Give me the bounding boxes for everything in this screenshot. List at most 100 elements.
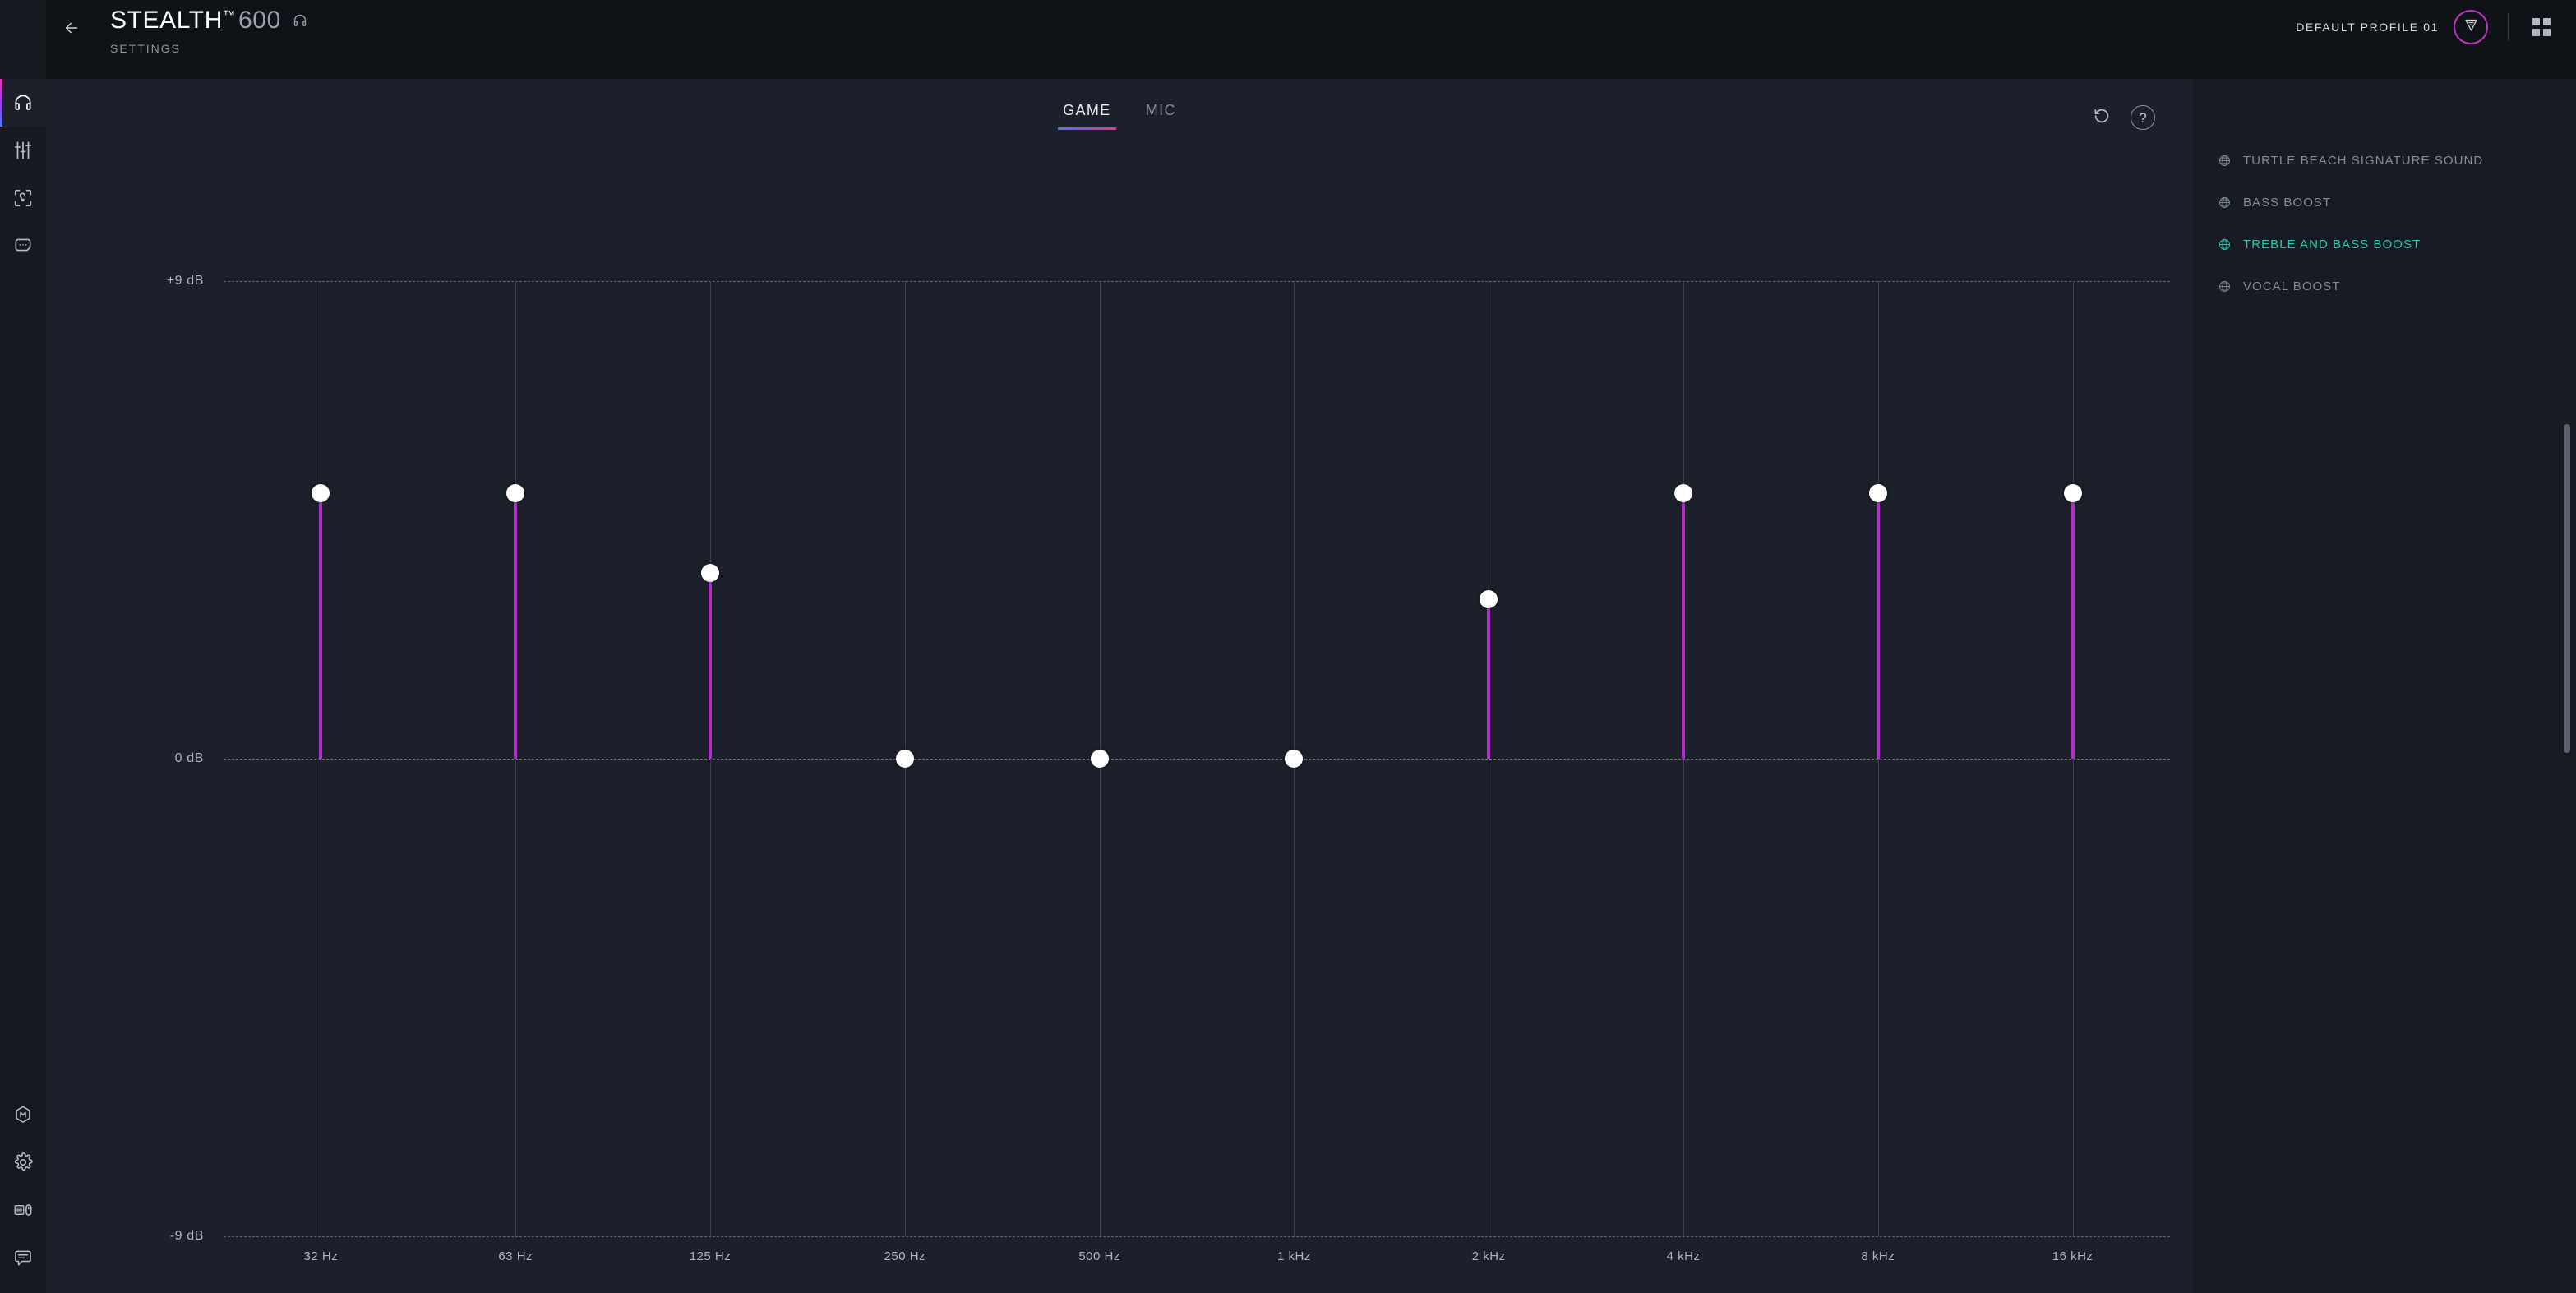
headset-icon [289, 12, 309, 30]
sphere-preset-icon [2218, 196, 2232, 210]
gridline-vertical [710, 281, 711, 1236]
gear-icon [12, 1152, 34, 1173]
eq-band-handle[interactable] [701, 564, 719, 583]
feedback-bubble-icon [12, 1247, 34, 1268]
eq-band-bar [2070, 493, 2075, 759]
y-axis-tick-label: -9 dB [169, 1229, 204, 1243]
preset-item-label: TURTLE BEACH SIGNATURE SOUND [2243, 154, 2484, 168]
header-right-group: DEFAULT PROFILE 01 [2296, 10, 2576, 44]
eq-band-handle[interactable] [1480, 590, 1498, 609]
gridline-horizontal [224, 1236, 2170, 1237]
left-nav-rail [0, 0, 46, 1293]
preset-item[interactable]: TURTLE BEACH SIGNATURE SOUND [2193, 140, 2576, 182]
eq-band-bar [514, 493, 518, 759]
eq-band-handle[interactable] [506, 484, 525, 503]
x-axis-tick-label: 8 kHz [1861, 1249, 1895, 1263]
eq-band-bar [1487, 599, 1491, 759]
profile-selector-label[interactable]: DEFAULT PROFILE 01 [2296, 21, 2439, 34]
page-subtitle: SETTINGS [110, 42, 182, 55]
eq-band-handle[interactable] [1285, 750, 1304, 768]
turtle-beach-logo-icon [2463, 16, 2480, 38]
eq-band-handle[interactable] [1090, 750, 1109, 768]
presets-panel: TURTLE BEACH SIGNATURE SOUND BASS BOOST … [2193, 79, 2576, 1293]
x-axis-tick-label: 250 Hz [884, 1249, 926, 1263]
eq-band-handle[interactable] [1674, 484, 1692, 503]
title-model: 600 [238, 7, 281, 34]
title-block: STEALTH™ 600 SETTINGS [110, 7, 309, 55]
headset-icon [12, 92, 34, 113]
sidebar-item-feedback[interactable] [0, 1234, 46, 1281]
back-button[interactable] [49, 5, 94, 54]
sidebar-item-settings[interactable] [0, 1138, 46, 1186]
gridline-vertical [515, 281, 517, 1236]
preset-item[interactable]: BASS BOOST [2193, 182, 2576, 224]
app-header: STEALTH™ 600 SETTINGS DEFAULT PROFILE 01 [46, 0, 2576, 79]
apps-grid-button[interactable] [2528, 14, 2555, 40]
arrow-left-icon [62, 19, 81, 41]
app-root: STEALTH™600 SETTINGS DEFAULT PROFILE 01 [0, 0, 2576, 1293]
header-divider [2508, 13, 2509, 41]
sidebar-item-mixer[interactable] [0, 1091, 46, 1138]
sidebar-item-chat-mix[interactable] [0, 222, 46, 270]
sphere-preset-icon [2218, 154, 2232, 168]
reset-button[interactable] [2089, 105, 2114, 130]
eq-graph-wrap: +9 dB 0 dB -9 dB 32 Hz 63 Hz 125 Hz 250 Hz 500 … [46, 145, 2193, 1287]
eq-topbar: GAME MIC ? [46, 79, 2193, 145]
title-trademark: ™ [223, 8, 236, 22]
tab-game[interactable]: GAME [1058, 102, 1116, 130]
sphere-preset-icon [2218, 279, 2232, 293]
x-axis-tick-label: 4 kHz [1666, 1249, 1701, 1263]
gridline-vertical [2072, 281, 2074, 1236]
eq-band-bar [319, 493, 323, 759]
rail-top-group [0, 0, 46, 270]
keyboard-mouse-icon [12, 1199, 34, 1221]
head-tracking-icon [12, 187, 34, 209]
gridline-vertical [1877, 281, 1879, 1236]
sidebar-item-spatial-audio[interactable] [0, 174, 46, 222]
eq-tabs: GAME MIC [1058, 102, 1176, 130]
reset-undo-icon [2091, 105, 2112, 131]
title-brand: STEALTH [110, 7, 224, 34]
x-axis-tick-label: 32 Hz [303, 1249, 339, 1263]
preset-item-label: BASS BOOST [2243, 196, 2332, 210]
preset-item[interactable]: VOCAL BOOST [2193, 266, 2576, 307]
eq-band-bar [1876, 493, 1880, 759]
y-axis-tick-label: 0 dB [174, 751, 204, 765]
x-axis-tick-label: 125 Hz [689, 1249, 732, 1263]
device-title-line: STEALTH™ 600 [110, 7, 309, 35]
hexagon-m-icon [12, 1104, 34, 1125]
gridline-vertical [1683, 281, 1684, 1236]
preset-item-label: TREBLE AND BASS BOOST [2243, 238, 2421, 252]
eq-tools: ? [2089, 105, 2155, 130]
x-axis-tick-label: 2 kHz [1471, 1249, 1506, 1263]
presets-scrollbar-thumb[interactable] [2564, 424, 2570, 753]
eq-main-panel: GAME MIC ? +9 dB 0 dB -9 dB 32 Hz 63 Hz … [46, 79, 2193, 1293]
presets-scrollbar[interactable] [2564, 424, 2570, 753]
eq-band-handle[interactable] [895, 750, 914, 768]
sidebar-item-devices[interactable] [0, 1186, 46, 1234]
chat-bubble-icon [12, 235, 34, 256]
help-button[interactable]: ? [2131, 105, 2155, 130]
x-axis-tick-label: 63 Hz [498, 1249, 533, 1263]
question-mark-icon: ? [2139, 109, 2147, 126]
sphere-preset-icon [2218, 238, 2232, 252]
preset-list: TURTLE BEACH SIGNATURE SOUND BASS BOOST … [2193, 140, 2576, 307]
sidebar-item-audio-eq[interactable] [0, 127, 46, 174]
sidebar-item-headset[interactable] [0, 79, 46, 127]
page-title: STEALTH™ 600 [110, 7, 281, 35]
eq-band-handle[interactable] [312, 484, 330, 503]
eq-band-bar [1682, 493, 1685, 759]
apps-grid-icon [2532, 18, 2551, 36]
rail-bottom-group [0, 1091, 46, 1293]
preset-item[interactable]: TREBLE AND BASS BOOST [2193, 224, 2576, 266]
tab-mic[interactable]: MIC [1146, 102, 1176, 130]
eq-band-bar [709, 573, 712, 759]
eq-band-handle[interactable] [2063, 484, 2082, 503]
profile-badge-button[interactable] [2454, 10, 2488, 44]
eq-band-handle[interactable] [1868, 484, 1887, 503]
x-axis-tick-label: 1 kHz [1276, 1249, 1311, 1263]
x-axis-tick-label: 500 Hz [1078, 1249, 1120, 1263]
eq-graph[interactable]: +9 dB 0 dB -9 dB 32 Hz 63 Hz 125 Hz 250 Hz 500 … [167, 274, 2170, 1263]
y-axis-tick-label: +9 dB [166, 274, 204, 288]
equalizer-sliders-icon [12, 140, 34, 161]
